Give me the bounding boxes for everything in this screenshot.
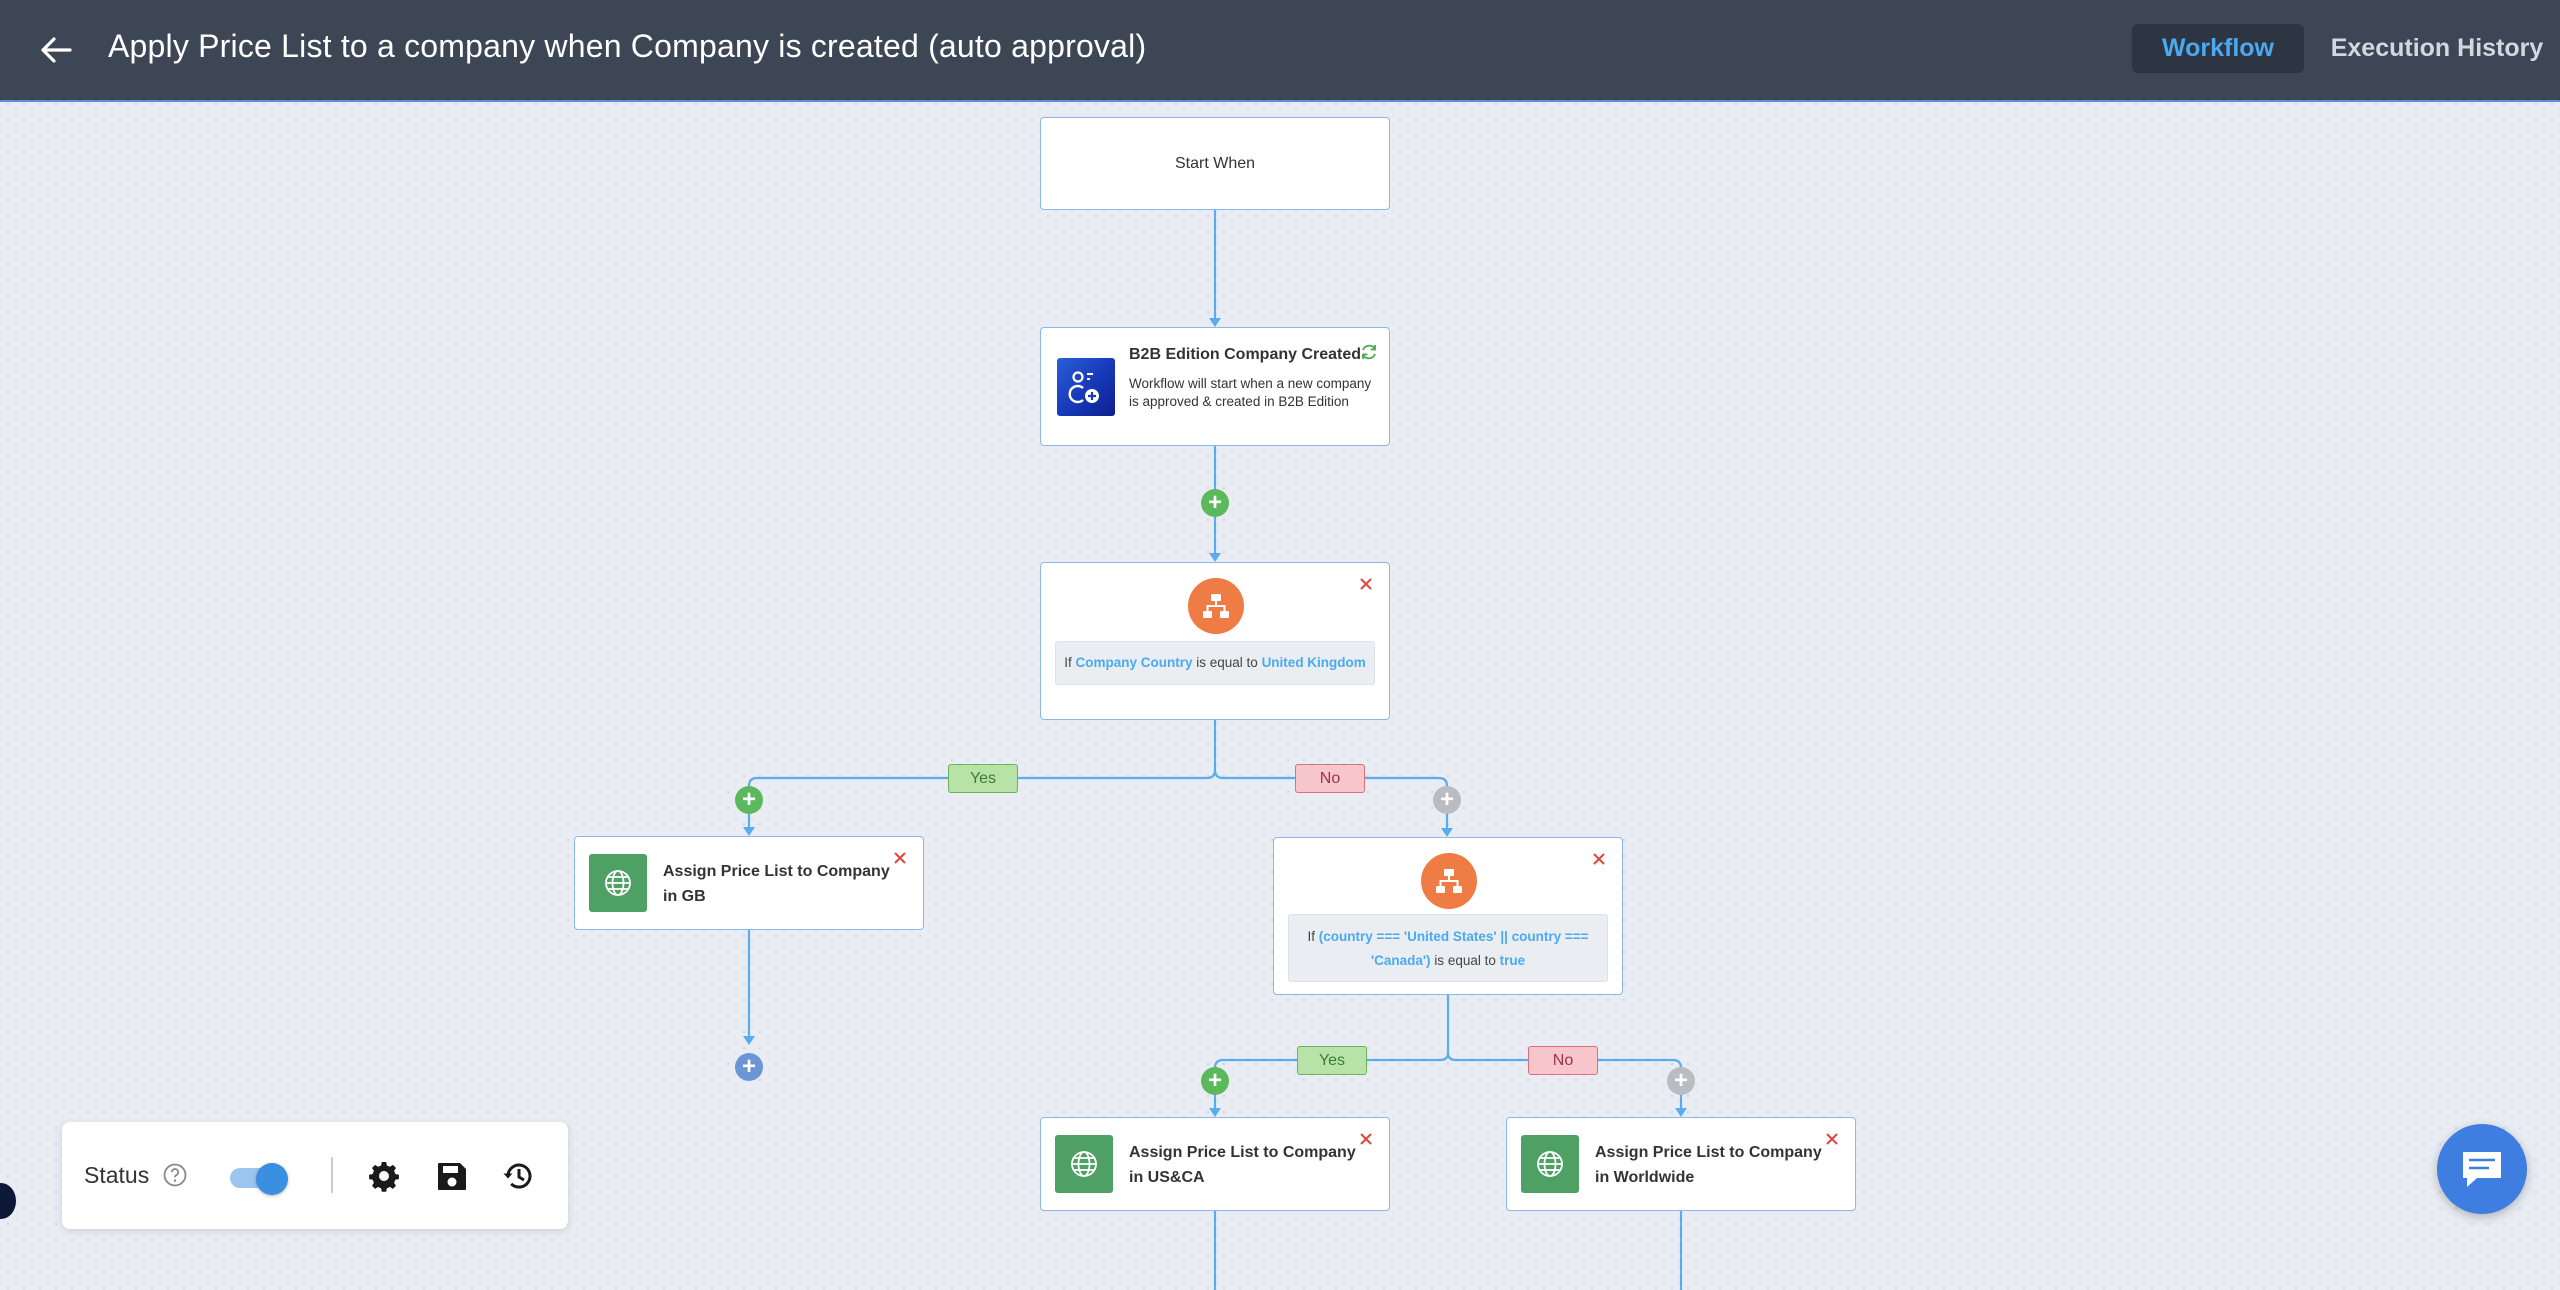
action-title: Assign Price List to Company in Worldwid…: [1595, 1144, 1822, 1186]
branch-yes-label: Yes: [948, 764, 1018, 793]
branch-no-label: No: [1295, 764, 1365, 793]
condition-node-us-canada[interactable]: If (country === 'United States' || count…: [1273, 837, 1623, 995]
action-node-gb[interactable]: Assign Price List to Company in GB: [574, 836, 924, 930]
close-icon[interactable]: [1823, 1130, 1841, 1148]
add-step-button-yes[interactable]: +: [735, 786, 763, 814]
condition-operator: is equal to: [1196, 655, 1258, 670]
sitemap-icon: [1188, 578, 1244, 634]
help-circle-icon[interactable]: [162, 1162, 188, 1188]
condition-value: true: [1499, 953, 1526, 968]
condition-prefix: If: [1064, 655, 1072, 670]
trigger-node[interactable]: B2B Edition Company Created Workflow wil…: [1040, 327, 1390, 446]
action-title: Assign Price List to Company in GB: [663, 863, 890, 905]
status-toggle[interactable]: [230, 1163, 290, 1195]
close-icon[interactable]: [1590, 850, 1608, 868]
add-step-button-end[interactable]: +: [735, 1053, 763, 1081]
action-title: Assign Price List to Company in US&CA: [1129, 1144, 1356, 1186]
close-icon[interactable]: [1357, 575, 1375, 593]
condition-field: Company Country: [1075, 655, 1193, 670]
trigger-title: B2B Edition Company Created: [1129, 346, 1362, 363]
chat-bubble-icon: [2463, 1152, 2501, 1187]
company-plus-icon: [1057, 358, 1115, 416]
close-icon[interactable]: [1357, 1130, 1375, 1148]
panel-divider: [331, 1157, 333, 1193]
history-icon[interactable]: [501, 1158, 537, 1194]
condition-node-country[interactable]: If Company Country is equal to United Ki…: [1040, 562, 1390, 720]
add-step-button[interactable]: +: [1201, 489, 1229, 517]
trigger-description: Workflow will start when a new company i…: [1129, 376, 1372, 409]
globe-icon: [589, 854, 647, 912]
add-step-button-no[interactable]: +: [1667, 1067, 1695, 1095]
start-when-label: Start When: [1174, 154, 1256, 172]
condition-expression: If (country === 'United States' || count…: [1288, 914, 1608, 982]
condition-expression: If Company Country is equal to United Ki…: [1055, 641, 1375, 685]
floppy-disk-icon[interactable]: [434, 1158, 470, 1194]
toggle-knob: [256, 1163, 288, 1195]
action-node-us-ca[interactable]: Assign Price List to Company in US&CA: [1040, 1117, 1390, 1211]
branch-no-label: No: [1528, 1046, 1598, 1075]
globe-icon: [1055, 1135, 1113, 1193]
status-panel: Status: [62, 1122, 568, 1229]
condition-value: United Kingdom: [1261, 655, 1366, 670]
chat-button[interactable]: [2437, 1124, 2527, 1214]
globe-icon: [1521, 1135, 1579, 1193]
start-when-node[interactable]: Start When: [1040, 117, 1390, 210]
status-label: Status: [84, 1162, 150, 1188]
condition-prefix: If: [1307, 929, 1315, 944]
sync-icon[interactable]: [1359, 342, 1379, 362]
add-step-button-yes[interactable]: +: [1201, 1067, 1229, 1095]
add-step-button-no[interactable]: +: [1433, 786, 1461, 814]
sitemap-icon: [1421, 853, 1477, 909]
condition-operator: is equal to: [1434, 953, 1496, 968]
gear-icon[interactable]: [366, 1158, 402, 1194]
action-node-worldwide[interactable]: Assign Price List to Company in Worldwid…: [1506, 1117, 1856, 1211]
close-icon[interactable]: [891, 849, 909, 867]
branch-yes-label: Yes: [1297, 1046, 1367, 1075]
